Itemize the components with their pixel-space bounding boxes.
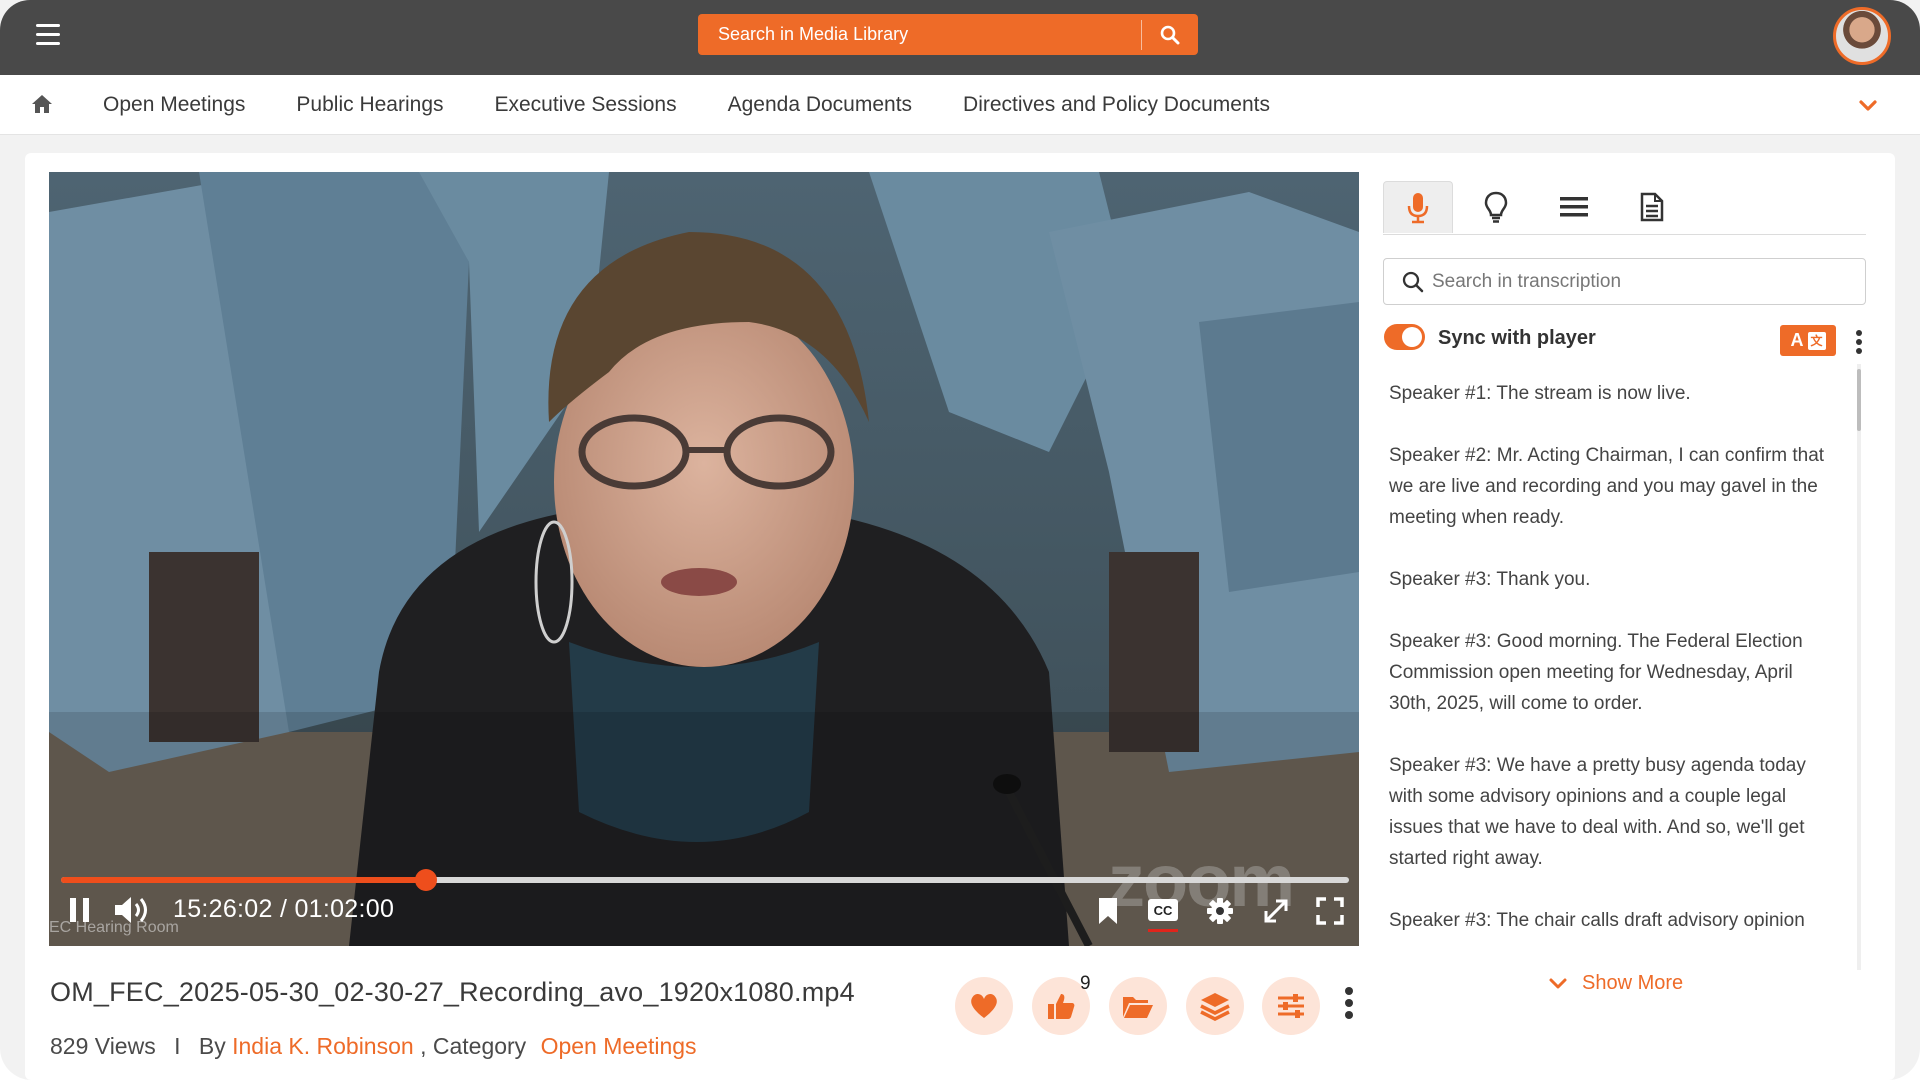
tab-chapters[interactable] (1539, 181, 1609, 233)
progress-bar[interactable] (61, 869, 1349, 891)
media-title: OM_FEC_2025-05-30_02-30-27_Recording_avo… (50, 977, 855, 1007)
scrollbar-thumb[interactable] (1857, 369, 1861, 431)
microphone-icon (1407, 192, 1429, 223)
video-player[interactable] (49, 172, 1359, 946)
media-meta: 829 Views I By India K. Robinson , Categ… (50, 1033, 697, 1060)
show-more-button[interactable]: Show More (1548, 972, 1683, 995)
collections-button[interactable] (1186, 977, 1244, 1035)
adjustments-button[interactable] (1262, 977, 1320, 1035)
transcript-list: Speaker #1: The stream is now live. Spea… (1389, 378, 1829, 968)
time-readout: 15:26:02 / 01:02:00 (173, 895, 395, 923)
search-icon (1402, 271, 1424, 292)
tab-transcription[interactable] (1383, 181, 1453, 233)
top-bar (0, 0, 1920, 75)
nav-items: Open Meetings Public Hearings Executive … (103, 75, 1321, 135)
transcription-search-input[interactable] (1424, 270, 1865, 293)
chevron-down-icon[interactable] (1856, 93, 1880, 117)
app-window: Open Meetings Public Hearings Executive … (0, 0, 1920, 1080)
sliders-icon (1278, 994, 1304, 1018)
translate-label-a: A (1790, 330, 1804, 350)
transcript-segment[interactable]: Speaker #3: The chair calls draft adviso… (1389, 905, 1829, 936)
search-button[interactable] (1142, 14, 1198, 55)
hamburger-menu-icon[interactable] (36, 24, 60, 46)
nav-item-directives-policy[interactable]: Directives and Policy Documents (963, 93, 1270, 117)
like-count: 9 (1080, 973, 1091, 994)
category-link[interactable]: Open Meetings (541, 1033, 697, 1059)
transcript-segment[interactable]: Speaker #3: We have a pretty busy agenda… (1389, 750, 1829, 874)
sync-label: Sync with player (1438, 327, 1596, 349)
translate-button[interactable]: A 文 (1780, 325, 1836, 356)
layers-icon (1200, 993, 1230, 1021)
transcription-search-box (1383, 258, 1866, 305)
svg-text:CC: CC (1154, 903, 1173, 918)
panel-tabs (1383, 179, 1866, 235)
sync-toggle[interactable] (1384, 324, 1425, 350)
author-link[interactable]: India K. Robinson (232, 1033, 414, 1059)
list-icon (1560, 197, 1588, 217)
view-count: 829 Views (50, 1033, 156, 1059)
media-search-box (698, 14, 1198, 55)
transcript-segment[interactable]: Speaker #3: Thank you. (1389, 564, 1829, 595)
pause-icon[interactable] (67, 896, 93, 924)
transcript-segment[interactable]: Speaker #2: Mr. Acting Chairman, I can c… (1389, 440, 1829, 533)
settings-gear-icon[interactable] (1206, 897, 1234, 925)
thumbs-up-icon (1048, 994, 1075, 1019)
add-to-folder-button[interactable] (1109, 977, 1167, 1035)
heart-icon (971, 993, 997, 1018)
bookmark-icon[interactable] (1097, 896, 1119, 926)
lightbulb-icon (1484, 191, 1508, 223)
progress-handle[interactable] (414, 869, 437, 891)
home-icon[interactable] (30, 93, 54, 115)
transcript-segment[interactable]: Speaker #1: The stream is now live. (1389, 378, 1829, 409)
by-label: By (198, 1033, 226, 1059)
meta-separator: I (174, 1033, 181, 1059)
favorite-button[interactable] (955, 977, 1013, 1035)
show-more-label: Show More (1582, 972, 1684, 994)
panel-more-icon[interactable] (1854, 330, 1864, 360)
translate-label-b: 文 (1807, 331, 1826, 350)
media-search-input[interactable] (698, 14, 1141, 55)
transcript-scrollbar[interactable] (1857, 364, 1861, 970)
document-icon (1640, 192, 1664, 222)
category-nav: Open Meetings Public Hearings Executive … (0, 75, 1920, 135)
nav-item-public-hearings[interactable]: Public Hearings (296, 93, 443, 117)
volume-icon[interactable] (113, 894, 151, 926)
search-icon (1160, 25, 1180, 44)
progress-fill (61, 877, 426, 883)
transcript-segment[interactable]: Speaker #3: Good morning. The Federal El… (1389, 626, 1829, 719)
fullscreen-icon[interactable] (1316, 897, 1344, 925)
user-avatar[interactable] (1833, 7, 1891, 65)
folder-open-icon (1123, 997, 1153, 1018)
nav-item-agenda-documents[interactable]: Agenda Documents (728, 93, 912, 117)
chevron-down-icon (1549, 978, 1567, 988)
category-label: , Category (420, 1033, 527, 1059)
video-frame (49, 172, 1359, 946)
nav-item-executive-sessions[interactable]: Executive Sessions (495, 93, 677, 117)
expand-icon[interactable] (1262, 897, 1290, 925)
cc-active-indicator (1148, 929, 1178, 932)
cc-icon[interactable]: CC (1147, 898, 1179, 922)
nav-item-open-meetings[interactable]: Open Meetings (103, 93, 245, 117)
more-vertical-icon[interactable] (1343, 987, 1355, 1027)
tab-documents[interactable] (1617, 181, 1687, 233)
tab-insights[interactable] (1461, 181, 1531, 233)
